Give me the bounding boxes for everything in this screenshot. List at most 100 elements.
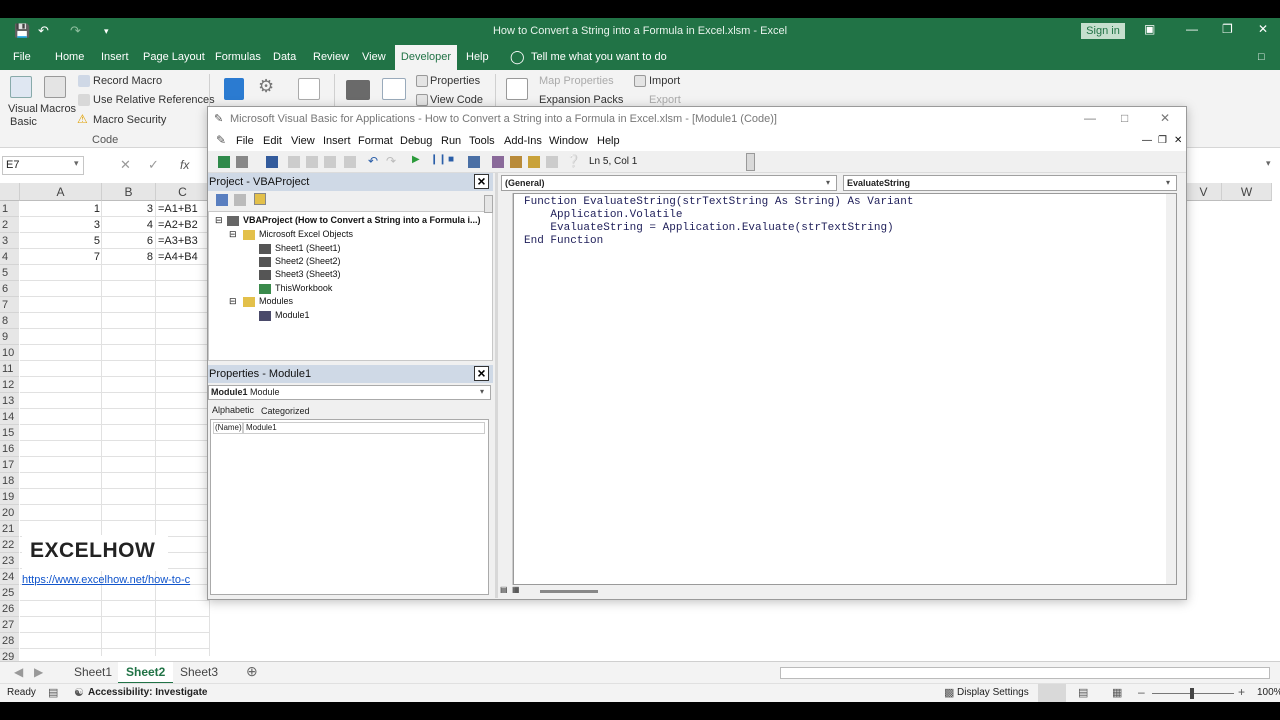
code-line-4[interactable]: End Function (524, 235, 603, 247)
help-icon[interactable]: ❔ (566, 154, 581, 168)
import-button[interactable]: Import (649, 75, 680, 87)
tab-review[interactable]: Review (313, 51, 349, 63)
cell-b3[interactable]: 6 (102, 233, 153, 249)
insert-module-icon[interactable] (236, 156, 248, 168)
row-header[interactable]: 7 (0, 297, 19, 313)
sheet-tab-1[interactable]: Sheet1 (74, 665, 112, 679)
name-box[interactable]: E7 (2, 156, 84, 175)
add-ins-icon[interactable] (224, 78, 244, 100)
macros-label[interactable]: Macros (40, 103, 76, 115)
column-header-b[interactable]: B (102, 183, 156, 201)
child-restore-icon[interactable]: ❐ (1158, 135, 1167, 146)
project-close-icon[interactable]: × (474, 174, 489, 189)
display-settings-button[interactable]: Display Settings (957, 687, 1029, 698)
tab-alphabetic[interactable]: Alphabetic (212, 405, 254, 415)
export-button[interactable]: Export (649, 94, 681, 106)
cell-a4[interactable]: 7 (20, 249, 100, 265)
procedure-list-combo[interactable]: EvaluateString (843, 175, 1177, 191)
page-layout-view-icon[interactable]: ▤ (1078, 686, 1088, 699)
row-header[interactable]: 12 (0, 377, 19, 393)
row-header[interactable]: 17 (0, 457, 19, 473)
view-excel-icon[interactable] (218, 156, 230, 168)
vbe-minimize-icon[interactable]: — (1084, 111, 1096, 125)
horizontal-scrollbar[interactable] (780, 667, 1270, 679)
scroll-thumb[interactable] (540, 590, 598, 593)
row-header[interactable]: 11 (0, 361, 19, 377)
find-icon[interactable] (344, 156, 356, 168)
record-macro-button[interactable]: Record Macro (93, 75, 162, 87)
zoom-out-icon[interactable]: – (1138, 685, 1145, 699)
row-header[interactable]: 5 (0, 265, 19, 281)
tab-data[interactable]: Data (273, 51, 296, 63)
visual-basic-icon[interactable] (10, 76, 32, 98)
column-header-c[interactable]: C (156, 183, 210, 201)
properties-button[interactable]: Properties (430, 75, 480, 87)
column-header-a[interactable]: A (20, 183, 102, 201)
copy-icon[interactable] (306, 156, 318, 168)
row-header[interactable]: 20 (0, 505, 19, 521)
insert-controls-icon[interactable] (346, 80, 370, 100)
page-break-view-icon[interactable]: ▦ (1112, 686, 1122, 699)
row-header[interactable]: 15 (0, 425, 19, 441)
vbe-menu-view[interactable]: View (291, 135, 315, 147)
tab-categorized[interactable]: Categorized (261, 406, 310, 416)
row-header[interactable]: 8 (0, 313, 19, 329)
row-header[interactable]: 23 (0, 553, 19, 569)
scroll-left-icon[interactable]: ◀ (14, 665, 23, 679)
toggle-folders-icon[interactable] (254, 193, 266, 205)
code-line-3[interactable]: EvaluateString = Application.Evaluate(st… (524, 222, 893, 234)
vbe-menu-format[interactable]: Format (358, 135, 393, 147)
full-module-view-icon[interactable]: ▦ (512, 585, 520, 594)
redo-icon[interactable]: ↷ (386, 154, 396, 168)
combo-dropdown-icon[interactable]: ▾ (480, 387, 484, 396)
break-icon[interactable]: ❙❙ (430, 154, 447, 165)
child-minimize-icon[interactable]: — (1142, 135, 1152, 146)
row-header[interactable]: 22 (0, 537, 19, 553)
row-header[interactable]: 4 (0, 249, 19, 265)
tab-home[interactable]: Home (55, 51, 84, 63)
vbe-menu-help[interactable]: Help (597, 135, 620, 147)
macros-icon[interactable] (44, 76, 66, 98)
view-code-button[interactable]: View Code (430, 94, 483, 106)
view-code-icon[interactable] (216, 194, 228, 206)
close-icon[interactable]: ✕ (1258, 22, 1268, 36)
tree-vbaproject[interactable]: VBAProject (How to Convert a String into… (243, 215, 481, 225)
project-scrollbar[interactable] (484, 195, 493, 213)
code-line-1[interactable]: Function EvaluateString(strTextString As… (524, 196, 913, 208)
row-header[interactable]: 27 (0, 617, 19, 633)
macro-recording-icon[interactable]: ▤ (48, 686, 58, 699)
add-sheet-icon[interactable]: ⊕ (246, 663, 258, 680)
object-browser-icon[interactable] (528, 156, 540, 168)
tree-sheet3[interactable]: Sheet3 (Sheet3) (275, 269, 341, 279)
sign-in-button[interactable]: Sign in (1081, 23, 1125, 39)
object-list-dropdown-icon[interactable]: ▾ (826, 178, 830, 187)
tree-excel-objects[interactable]: Microsoft Excel Objects (259, 229, 353, 239)
row-header[interactable]: 26 (0, 601, 19, 617)
zoom-in-icon[interactable]: + (1238, 685, 1245, 699)
cell-a3[interactable]: 5 (20, 233, 100, 249)
cell-a1[interactable]: 1 (20, 201, 100, 217)
row-header[interactable]: 21 (0, 521, 19, 537)
row-header[interactable]: 28 (0, 633, 19, 649)
sheet-tab-3[interactable]: Sheet3 (180, 665, 218, 679)
normal-view-button[interactable] (1038, 684, 1066, 702)
vbe-menu-file[interactable]: File (236, 135, 254, 147)
toolbox-icon[interactable] (546, 156, 558, 168)
tab-view[interactable]: View (362, 51, 386, 63)
select-all-corner[interactable] (0, 183, 20, 201)
toolbar-grip[interactable] (746, 153, 755, 171)
name-box-dropdown-icon[interactable]: ▾ (74, 158, 79, 169)
minimize-icon[interactable]: — (1186, 22, 1198, 36)
tab-developer[interactable]: Developer (395, 45, 457, 70)
com-add-ins-icon[interactable] (298, 78, 320, 100)
cell-a2[interactable]: 3 (20, 217, 100, 233)
gear-icon[interactable]: ⚙ (258, 76, 274, 97)
cell-c3[interactable]: =A3+B3 (158, 233, 210, 249)
row-header[interactable]: 16 (0, 441, 19, 457)
cell-c4[interactable]: =A4+B4 (158, 249, 210, 265)
vbe-maximize-icon[interactable]: □ (1121, 111, 1128, 125)
restore-icon[interactable]: ❐ (1222, 22, 1233, 36)
code-vertical-scrollbar[interactable] (1166, 194, 1176, 584)
row-header[interactable]: 19 (0, 489, 19, 505)
row-header[interactable]: 2 (0, 217, 19, 233)
